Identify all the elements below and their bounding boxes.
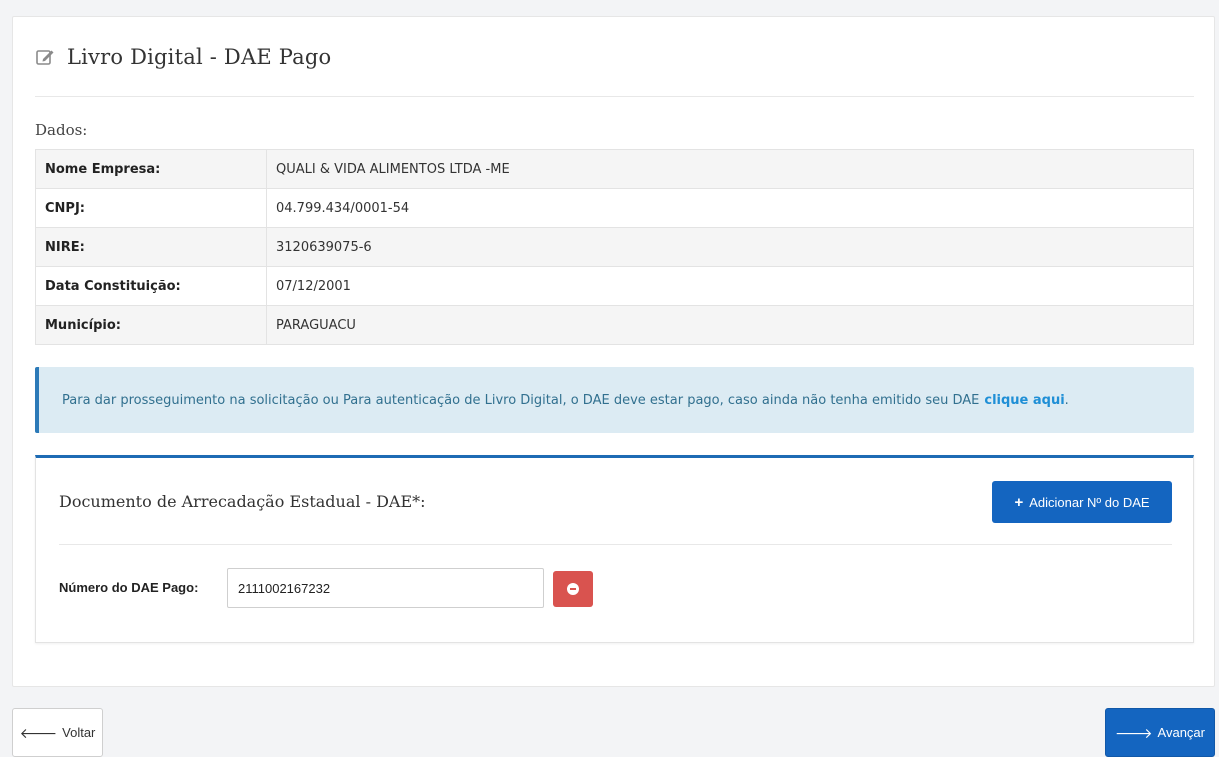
- divider: [59, 544, 1172, 545]
- next-label: Avançar: [1157, 725, 1205, 740]
- table-row: NIRE: 3120639075-6: [35, 227, 1194, 267]
- company-data-table: Nome Empresa: QUALI & VIDA ALIMENTOS LTD…: [35, 149, 1194, 345]
- edit-icon: [35, 47, 55, 67]
- emit-dae-link[interactable]: clique aqui: [984, 393, 1068, 408]
- remove-dae-button[interactable]: [553, 571, 593, 607]
- row-label: Município:: [35, 305, 267, 345]
- add-dae-label: Adicionar Nº do DAE: [1029, 494, 1150, 510]
- arrow-right-icon: 🡒: [1114, 724, 1153, 741]
- row-value: QUALI & VIDA ALIMENTOS LTDA -ME: [266, 149, 1194, 189]
- alert-text: Para dar prosseguimento na solicitação o…: [62, 392, 980, 408]
- dados-label: Dados:: [35, 121, 88, 139]
- dae-number-label: Número do DAE Pago:: [59, 580, 199, 595]
- arrow-left-icon: 🡐: [19, 724, 58, 741]
- page-header: Livro Digital - DAE Pago: [35, 17, 1194, 97]
- row-label: Nome Empresa:: [35, 149, 267, 189]
- main-panel: Livro Digital - DAE Pago Dados: Nome Emp…: [12, 16, 1215, 687]
- table-row: Município: PARAGUACU: [35, 305, 1194, 345]
- minus-circle-icon: [567, 583, 579, 595]
- next-button[interactable]: 🡒 Avançar: [1105, 708, 1215, 757]
- add-dae-button[interactable]: + Adicionar Nº do DAE: [992, 481, 1172, 523]
- row-value: 07/12/2001: [266, 266, 1194, 306]
- back-button[interactable]: 🡐 Voltar: [12, 708, 103, 757]
- dae-panel-title: Documento de Arrecadação Estadual - DAE*…: [59, 492, 426, 511]
- row-value: 3120639075-6: [266, 227, 1194, 267]
- dae-panel: Documento de Arrecadação Estadual - DAE*…: [35, 455, 1194, 643]
- row-label: NIRE:: [35, 227, 267, 267]
- plus-icon: +: [1014, 493, 1024, 511]
- table-row: Data Constituição: 07/12/2001: [35, 266, 1194, 306]
- back-label: Voltar: [62, 725, 96, 740]
- row-value: PARAGUACU: [266, 305, 1194, 345]
- table-row: CNPJ: 04.799.434/0001-54: [35, 188, 1194, 228]
- info-alert: Para dar prosseguimento na solicitação o…: [35, 367, 1194, 433]
- table-row: Nome Empresa: QUALI & VIDA ALIMENTOS LTD…: [35, 149, 1194, 189]
- row-value: 04.799.434/0001-54: [266, 188, 1194, 228]
- page-title: Livro Digital - DAE Pago: [67, 44, 332, 69]
- dae-number-input[interactable]: [227, 568, 544, 608]
- row-label: Data Constituição:: [35, 266, 267, 306]
- row-label: CNPJ:: [35, 188, 267, 228]
